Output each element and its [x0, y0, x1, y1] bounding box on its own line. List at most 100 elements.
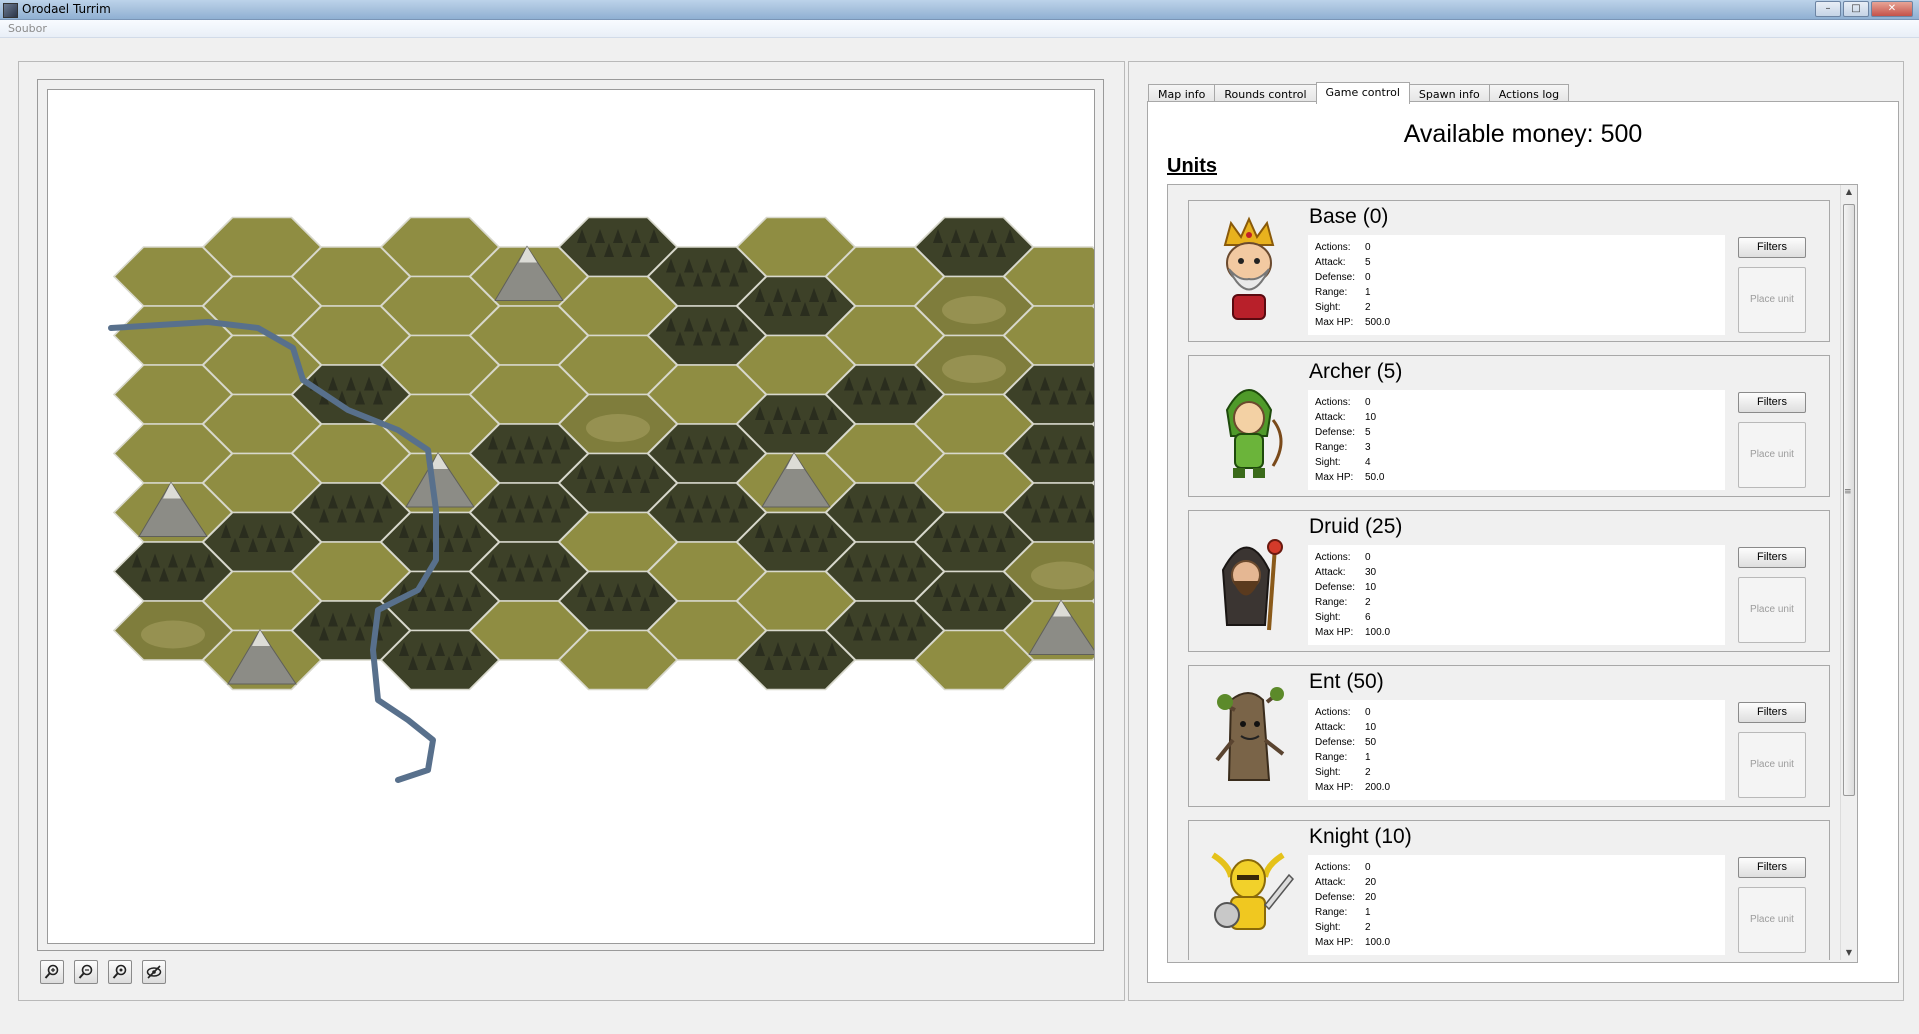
unit-card: Ent (50) Actions: 0 Attack: 10 Defense: 50 Ran… [1188, 665, 1830, 807]
ent-portrait [1203, 680, 1295, 790]
stat-value: 0 [1365, 552, 1371, 563]
unit-name: Ent (50) [1309, 670, 1384, 693]
unit-stat: Range: 1 [1315, 287, 1371, 298]
stat-label: Actions: [1315, 552, 1351, 563]
scroll-up-icon[interactable]: ▲ [1844, 187, 1854, 197]
unit-stat: Defense: 50 [1315, 737, 1376, 748]
unit-stat: Max HP: 100.0 [1315, 627, 1390, 638]
place-unit-button[interactable]: Place unit [1738, 267, 1806, 333]
stat-value: 1 [1365, 752, 1371, 763]
unit-name: Druid (25) [1309, 515, 1403, 538]
menubar: Soubor [0, 20, 1919, 38]
stat-value: 50.0 [1365, 472, 1385, 483]
filters-button[interactable]: Filters [1738, 237, 1806, 258]
unit-stats: Actions: 0 Attack: 10 Defense: 5 Range: 3 Sight:… [1308, 390, 1725, 490]
knight-portrait [1203, 835, 1295, 945]
hex-map[interactable] [48, 90, 1094, 943]
stat-label: Sight: [1315, 457, 1341, 468]
unit-stat: Max HP: 500.0 [1315, 317, 1390, 328]
stat-label: Attack: [1315, 567, 1346, 578]
hide-button[interactable] [142, 960, 166, 984]
stat-label: Range: [1315, 752, 1348, 763]
zoom-out-button[interactable] [74, 960, 98, 984]
unit-card: Druid (25) Actions: 0 Attack: 30 Defense: 10 R… [1188, 510, 1830, 652]
filters-button[interactable]: Filters [1738, 857, 1806, 878]
unit-card: Base (0) Actions: 0 Attack: 5 Defense: 0 Range… [1188, 200, 1830, 342]
unit-stat: Max HP: 200.0 [1315, 782, 1390, 793]
unit-stat: Defense: 5 [1315, 427, 1371, 438]
stat-label: Actions: [1315, 707, 1351, 718]
maximize-button[interactable]: □ [1843, 1, 1869, 17]
menu-soubor[interactable]: Soubor [8, 22, 47, 35]
stat-value: 0 [1365, 272, 1371, 283]
window-controls: – □ ✕ [1815, 1, 1913, 17]
stat-label: Range: [1315, 442, 1348, 453]
tab-game-control[interactable]: Game control [1315, 82, 1410, 104]
stat-label: Sight: [1315, 302, 1341, 313]
stat-value: 20 [1365, 892, 1377, 903]
place-unit-button[interactable]: Place unit [1738, 732, 1806, 798]
available-money: Available money: 500 [1403, 120, 1643, 148]
unit-stat: Sight: 4 [1315, 457, 1371, 468]
stat-value: 1 [1365, 287, 1371, 298]
filters-button[interactable]: Filters [1738, 392, 1806, 413]
unit-stat: Defense: 20 [1315, 892, 1376, 903]
unit-stat: Max HP: 100.0 [1315, 937, 1390, 948]
scroll-thumb[interactable] [1843, 204, 1855, 796]
place-unit-button[interactable]: Place unit [1738, 887, 1806, 953]
stat-label: Range: [1315, 287, 1348, 298]
close-button[interactable]: ✕ [1871, 1, 1913, 17]
unit-name: Archer (5) [1309, 360, 1403, 383]
stat-label: Max HP: [1315, 782, 1354, 793]
stat-label: Attack: [1315, 722, 1346, 733]
stat-value: 30 [1365, 567, 1377, 578]
hide-icon [146, 965, 162, 979]
units-scrollbar[interactable]: ▲ ≡ ▼ [1840, 185, 1857, 960]
tab-bar: Map info Rounds control Game control Spa… [1148, 82, 1570, 104]
unit-stat: Sight: 6 [1315, 612, 1371, 623]
stat-label: Max HP: [1315, 317, 1354, 328]
unit-stats: Actions: 0 Attack: 10 Defense: 50 Range: 1 Sight… [1308, 700, 1725, 800]
stat-label: Defense: [1315, 892, 1356, 903]
filters-button[interactable]: Filters [1738, 547, 1806, 568]
place-unit-button[interactable]: Place unit [1738, 577, 1806, 643]
scroll-down-icon[interactable]: ▼ [1844, 948, 1854, 958]
minimize-button[interactable]: – [1815, 1, 1841, 17]
unit-stat: Actions: 0 [1315, 552, 1371, 563]
map-canvas[interactable] [47, 89, 1095, 944]
unit-stat: Actions: 0 [1315, 862, 1371, 873]
unit-name: Base (0) [1309, 205, 1389, 228]
units-header: Units [1167, 155, 1217, 177]
zoom-reset-icon [112, 964, 127, 979]
stat-label: Defense: [1315, 582, 1356, 593]
unit-card: Archer (5) Actions: 0 Attack: 10 Defense: 5 Ra… [1188, 355, 1830, 497]
stat-label: Attack: [1315, 257, 1346, 268]
stat-value: 1 [1365, 907, 1371, 918]
unit-stat: Attack: 20 [1315, 877, 1376, 888]
unit-stats: Actions: 0 Attack: 30 Defense: 10 Range: 2 Sight… [1308, 545, 1725, 645]
stat-value: 4 [1365, 457, 1371, 468]
hill-mark [942, 355, 1006, 383]
filters-button[interactable]: Filters [1738, 702, 1806, 723]
zoom-reset-button[interactable] [108, 960, 132, 984]
stat-value: 0 [1365, 242, 1371, 253]
unit-stat: Actions: 0 [1315, 242, 1371, 253]
stat-label: Attack: [1315, 877, 1346, 888]
place-unit-button[interactable]: Place unit [1738, 422, 1806, 488]
unit-stat: Sight: 2 [1315, 922, 1371, 933]
zoom-in-button[interactable] [40, 960, 64, 984]
stat-value: 0 [1365, 862, 1371, 873]
stat-value: 10 [1365, 412, 1377, 423]
stat-label: Range: [1315, 597, 1348, 608]
stat-label: Sight: [1315, 767, 1341, 778]
stat-value: 10 [1365, 582, 1377, 593]
stat-label: Defense: [1315, 737, 1356, 748]
stat-value: 50 [1365, 737, 1377, 748]
stat-value: 2 [1365, 302, 1371, 313]
unit-stat: Range: 1 [1315, 907, 1371, 918]
stat-value: 5 [1365, 257, 1371, 268]
stat-value: 20 [1365, 877, 1377, 888]
unit-card: Knight (10) Actions: 0 Attack: 20 Defense: 20… [1188, 820, 1830, 960]
unit-stat: Range: 3 [1315, 442, 1371, 453]
stat-value: 6 [1365, 612, 1371, 623]
